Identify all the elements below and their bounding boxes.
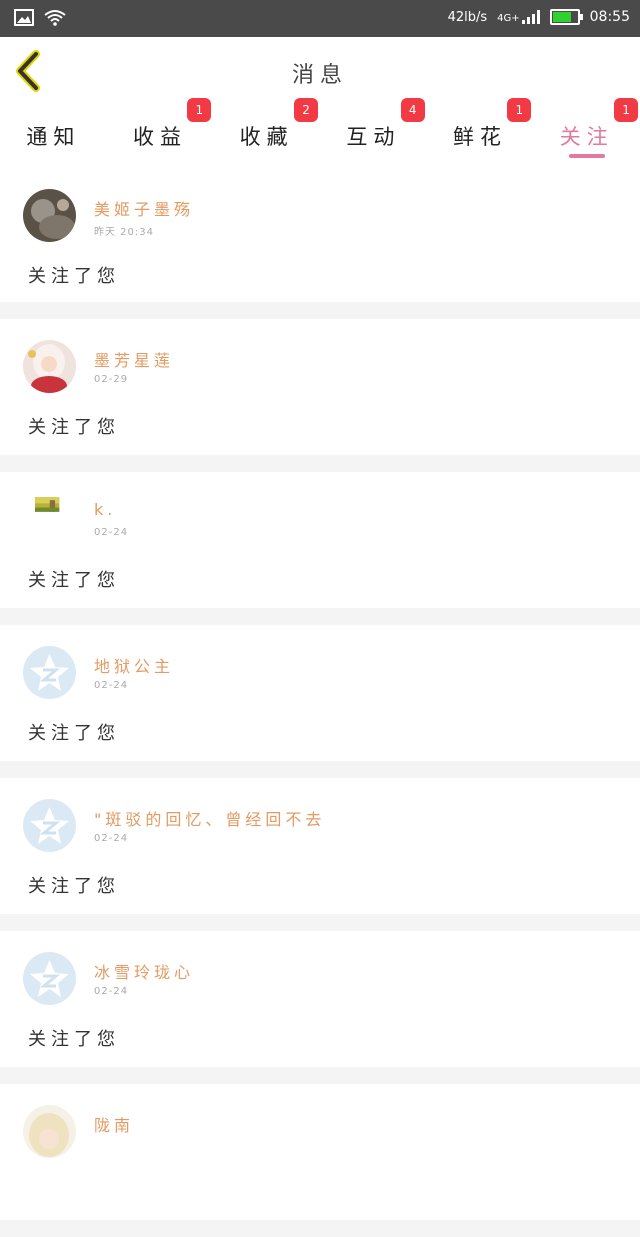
list-item[interactable]: 地狱公主 02-24 关注了您 xyxy=(0,625,640,761)
user-name[interactable]: 冰雪玲珑心 xyxy=(94,959,194,983)
net-speed: 42lb/s xyxy=(447,9,488,25)
tab-interaction[interactable]: 互动 4 xyxy=(320,98,427,168)
timestamp: 昨天 20:34 xyxy=(94,227,154,238)
user-name[interactable]: 美姬子墨殇 xyxy=(94,196,194,220)
list-item[interactable]: 墨芳星莲 02-29 关注了您 xyxy=(0,319,640,455)
count-badge: 1 xyxy=(187,98,212,122)
user-name[interactable]: k. xyxy=(94,500,116,519)
status-right: 42lb/s 4G+ 08:55 xyxy=(448,9,630,25)
follow-list: 美姬子墨殇 昨天 20:34 关注了您 墨芳星莲 02-29 关注了您 k. 0… xyxy=(0,168,640,1237)
tab-favorites[interactable]: 收藏 2 xyxy=(213,98,320,168)
message-text: 关注了您 xyxy=(28,417,120,438)
avatar[interactable] xyxy=(23,799,76,852)
avatar[interactable] xyxy=(23,952,76,1005)
active-tab-indicator xyxy=(568,154,605,158)
signal-icon xyxy=(521,10,540,24)
network-indicator: 4G+ xyxy=(497,10,540,24)
tab-label: 通知 xyxy=(26,125,81,149)
list-item[interactable]: 冰雪玲珑心 02-24 关注了您 xyxy=(0,931,640,1067)
count-badge: 4 xyxy=(400,98,425,122)
list-item[interactable]: "斑驳的回忆、曾经回不去 02-24 关注了您 xyxy=(0,778,640,914)
status-left xyxy=(14,9,66,26)
battery-fill xyxy=(552,12,572,22)
page-title: 消息 xyxy=(291,63,348,88)
message-text: 关注了您 xyxy=(28,570,120,591)
count-badge: 1 xyxy=(507,98,532,122)
tab-follow[interactable]: 关注 1 xyxy=(533,98,640,168)
tab-earnings[interactable]: 收益 1 xyxy=(107,98,214,168)
clock: 08:55 xyxy=(589,9,630,25)
message-text: 关注了您 xyxy=(28,266,120,287)
user-name[interactable]: 墨芳星莲 xyxy=(94,347,174,371)
list-item[interactable]: 陇南 xyxy=(0,1084,640,1220)
battery-icon xyxy=(549,9,583,25)
timestamp: 02-24 xyxy=(94,680,129,691)
count-badge: 1 xyxy=(614,98,639,122)
tab-notice[interactable]: 通知 xyxy=(0,104,107,168)
list-item[interactable]: k. 02-24 关注了您 xyxy=(0,472,640,608)
user-name[interactable]: 地狱公主 xyxy=(94,653,174,677)
message-text: 关注了您 xyxy=(28,723,120,744)
wifi-icon xyxy=(44,10,66,26)
network-type: 4G+ xyxy=(497,13,520,24)
list-item[interactable]: 美姬子墨殇 昨天 20:34 关注了您 xyxy=(0,168,640,302)
header: 消息 xyxy=(0,37,640,105)
avatar[interactable] xyxy=(23,1105,76,1158)
user-name[interactable]: "斑驳的回忆、曾经回不去 xyxy=(94,806,325,830)
tab-bar: 通知 收益 1 收藏 2 互动 4 鲜花 1 关注 1 xyxy=(0,98,640,168)
timestamp: 02-24 xyxy=(94,833,129,844)
message-text: 关注了您 xyxy=(28,876,120,897)
timestamp: 02-29 xyxy=(94,374,129,385)
avatar[interactable] xyxy=(23,189,76,242)
tab-flowers[interactable]: 鲜花 1 xyxy=(427,98,534,168)
message-text: 关注了您 xyxy=(28,1029,120,1050)
timestamp: 02-24 xyxy=(94,986,129,997)
count-badge: 2 xyxy=(294,98,319,122)
timestamp: 02-24 xyxy=(94,527,129,538)
image-icon xyxy=(14,9,34,26)
avatar[interactable] xyxy=(23,646,76,699)
status-bar: 42lb/s 4G+ 08:55 xyxy=(0,0,640,37)
avatar[interactable] xyxy=(26,497,72,525)
avatar[interactable] xyxy=(23,340,76,393)
user-name[interactable]: 陇南 xyxy=(94,1112,134,1136)
